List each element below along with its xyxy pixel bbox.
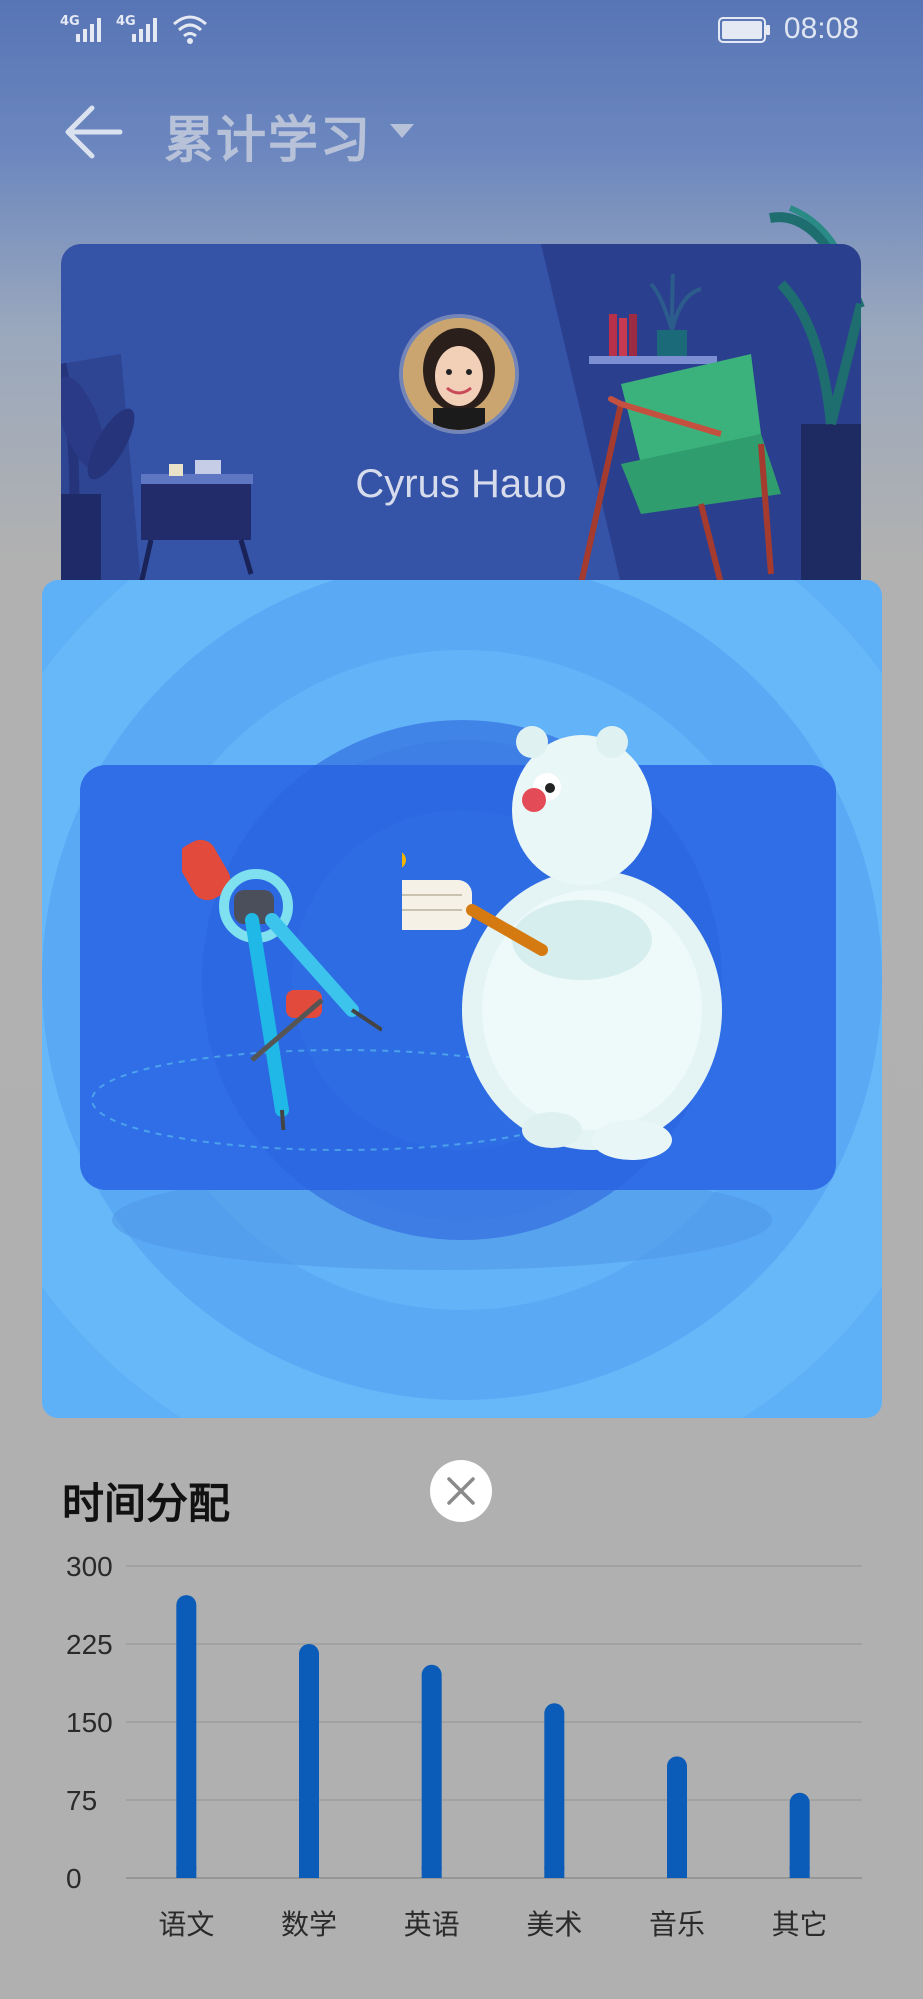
battery-icon	[718, 17, 770, 43]
compass-illustration	[182, 839, 382, 1130]
bar-base	[421, 1866, 442, 1878]
y-tick-label: 150	[66, 1707, 113, 1738]
x-axis-categories: 语文 数学 英语 美术 音乐 其它	[158, 1908, 827, 1941]
avatar-photo	[403, 318, 515, 430]
chart-bars	[176, 1595, 810, 1878]
bar-英语	[421, 1664, 442, 1878]
bar-美术	[544, 1703, 565, 1878]
bar-数学	[299, 1644, 319, 1878]
chart-gridlines	[126, 1565, 862, 1879]
y-tick-label: 300	[66, 1551, 113, 1582]
x-category-label: 音乐	[649, 1908, 705, 1941]
chart-title: 时间分配	[62, 1479, 231, 1528]
user-name: Cyrus Hauo	[355, 462, 567, 506]
y-tick-label: 0	[66, 1863, 82, 1894]
x-category-label: 数学	[281, 1908, 337, 1941]
clock: 08:08	[783, 12, 859, 45]
close-icon	[447, 1477, 475, 1505]
status-bar: 4G 4G 08:08	[0, 0, 923, 60]
x-category-label: 其它	[772, 1908, 828, 1941]
bar-base	[299, 1866, 319, 1878]
y-tick-label: 75	[66, 1785, 97, 1816]
bar-base	[667, 1866, 687, 1878]
polar-bear-illustration	[402, 726, 722, 1160]
bar-base	[544, 1866, 565, 1878]
bar-语文	[176, 1595, 197, 1878]
user-avatar[interactable]	[399, 314, 519, 434]
back-arrow-icon[interactable]	[62, 100, 126, 164]
signal-strength-icon	[76, 18, 101, 42]
signal-strength-icon	[132, 18, 157, 42]
y-axis-ticks: 300 225 150 75 0	[66, 1551, 113, 1894]
x-category-label: 英语	[404, 1908, 460, 1941]
popup-illustration-card	[42, 580, 882, 1418]
close-button[interactable]	[430, 1460, 492, 1522]
page-title: 累计学习	[164, 111, 372, 169]
bar-其它	[789, 1792, 810, 1878]
bar-base	[789, 1866, 810, 1878]
y-tick-label: 225	[66, 1629, 113, 1660]
bar-base	[176, 1866, 197, 1878]
x-category-label: 语文	[158, 1908, 214, 1941]
x-category-label: 美术	[526, 1908, 582, 1941]
wifi-icon	[173, 15, 207, 44]
bar-音乐	[667, 1756, 687, 1878]
time-distribution-bar-chart: 300 225 150 75 0 语文 数学 英语 美术 音乐 其它	[66, 1551, 862, 1941]
profile-card: Cyrus Hauo	[61, 244, 861, 584]
chevron-down-icon[interactable]	[390, 124, 414, 138]
